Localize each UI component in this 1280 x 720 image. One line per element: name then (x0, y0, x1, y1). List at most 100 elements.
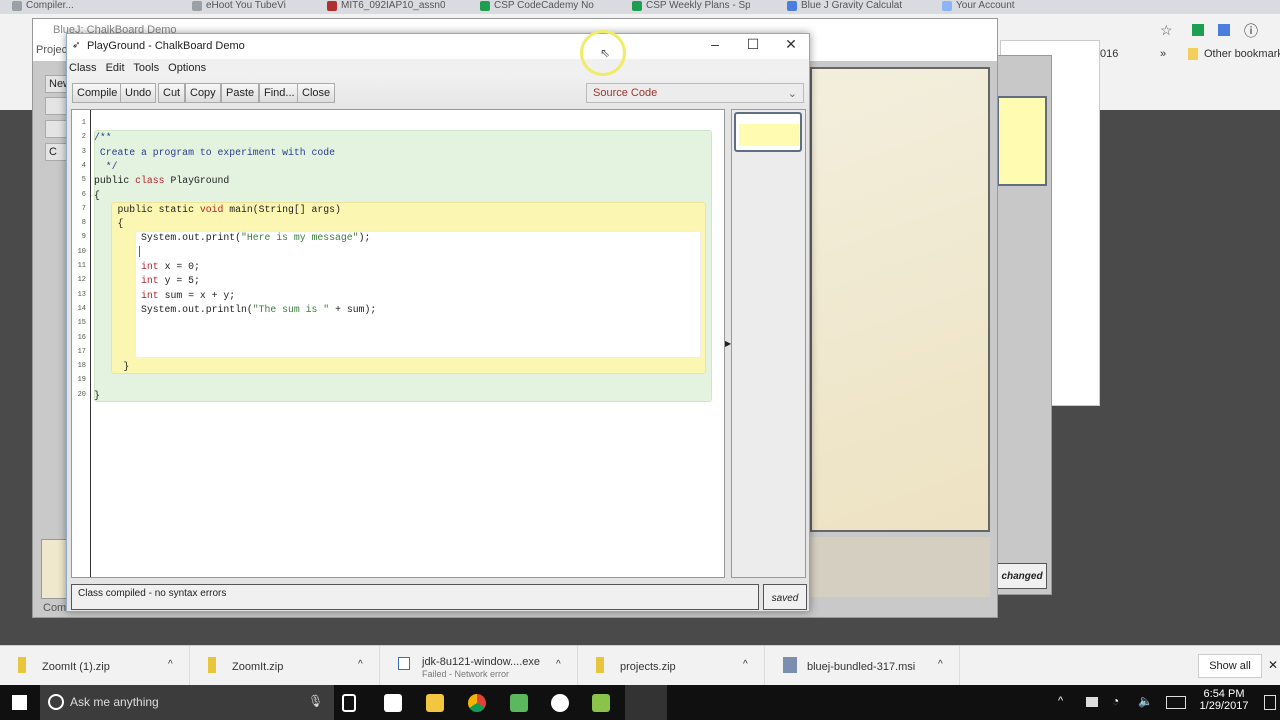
cut-button[interactable]: Cut (158, 83, 186, 103)
undo-button[interactable]: Undo (120, 83, 157, 103)
download-item[interactable]: bluej-bundled-317.msi ^ (765, 646, 960, 686)
code-token: */ (94, 160, 118, 172)
code-line: /** (94, 131, 112, 145)
browser-tab[interactable]: CSP CodeCademy No (478, 0, 598, 12)
code-token: } (94, 361, 130, 373)
tab-favicon-icon (632, 1, 642, 11)
paste-button[interactable]: Paste (221, 83, 260, 103)
close-button[interactable]: Close (297, 83, 336, 103)
battery-icon[interactable] (1086, 697, 1098, 707)
line-number: 13 (77, 290, 86, 299)
wifi-icon[interactable]: ◔ (1112, 694, 1119, 708)
translate-icon[interactable] (1218, 24, 1230, 36)
line-number: 8 (81, 219, 86, 228)
greenfoot-icon[interactable] (592, 694, 610, 712)
download-item[interactable]: ZoomIt.zip ^ (190, 646, 380, 686)
windows-start-icon[interactable] (12, 695, 27, 710)
task-view-icon[interactable] (342, 694, 356, 712)
bookmark-other[interactable]: Other bookmarks (1204, 48, 1280, 60)
record-icon[interactable] (551, 694, 569, 712)
menu-class[interactable]: Class (69, 62, 97, 74)
chevron-up-icon[interactable]: ^ (938, 659, 943, 670)
code-editor[interactable]: 1 2 /** 3 Create a program to experiment wi… (71, 109, 725, 578)
tray-chevron-icon[interactable]: ^ (1058, 695, 1063, 707)
chevron-up-icon[interactable]: ^ (743, 659, 748, 670)
code-token: sum = x + y; (164, 289, 236, 301)
code-token: class (135, 175, 171, 187)
copy-button[interactable]: Copy (185, 83, 221, 103)
folder-icon (1188, 48, 1198, 60)
editor-title: PlayGround - ChalkBoard Demo (87, 40, 245, 52)
volume-icon[interactable]: 🔈 (1138, 694, 1153, 708)
zip-file-icon (18, 657, 26, 673)
line-number: 20 (77, 390, 86, 399)
code-token: ); (358, 232, 371, 244)
chevron-up-icon[interactable]: ^ (168, 659, 173, 670)
download-item[interactable]: projects.zip ^ (578, 646, 765, 686)
browser-tab[interactable]: CSP Weekly Plans - Sp (630, 0, 750, 12)
code-line: System.out.println("The sum is " + sum); (94, 303, 376, 317)
line-number: 12 (77, 276, 86, 285)
download-name: ZoomIt.zip (232, 661, 284, 673)
zip-file-icon (596, 657, 604, 673)
view-select-value: Source Code (593, 87, 658, 99)
code-line: System.out.print("Here is my message"); (94, 231, 370, 245)
close-icon[interactable]: ✕ (1268, 658, 1278, 672)
extension-icon[interactable] (1192, 24, 1204, 36)
clock[interactable]: 6:54 PM 1/29/2017 (1196, 688, 1252, 712)
download-status: Failed - Network error (422, 669, 510, 679)
chrome-icon[interactable] (468, 694, 486, 712)
store-icon[interactable] (384, 694, 402, 712)
menu-options[interactable]: Options (168, 62, 206, 74)
cortana-search[interactable]: Ask me anything 🎙 (40, 685, 334, 720)
browser-tab[interactable]: Compiler... (10, 0, 130, 12)
view-select[interactable]: Source Code ⌄ (586, 83, 804, 103)
bookmarks-overflow-icon[interactable]: » (1160, 48, 1166, 60)
navigation-thumbnail[interactable] (734, 112, 802, 152)
star-icon[interactable]: ☆ (1160, 22, 1173, 39)
file-explorer-icon[interactable] (426, 694, 444, 712)
info-icon[interactable]: ⓘ (1244, 21, 1258, 41)
bluej-taskbar-icon[interactable] (625, 685, 667, 720)
keyboard-icon[interactable] (1166, 696, 1186, 709)
close-icon[interactable]: ✕ (776, 36, 806, 53)
code-line: } (94, 360, 129, 374)
mouse-pointer-icon: ⇖ (600, 46, 611, 60)
download-item[interactable]: ZoomIt (1).zip ^ (0, 646, 190, 686)
time: 6:54 PM (1203, 688, 1245, 700)
menu-edit[interactable]: Edit (106, 62, 125, 74)
download-name: ZoomIt (1).zip (42, 661, 110, 673)
code-token: public (94, 175, 136, 187)
microphone-icon[interactable]: 🎙 (308, 694, 323, 708)
menu-tools[interactable]: Tools (133, 62, 159, 74)
tab-label: eHoot You TubeVi (206, 0, 286, 11)
browser-tab[interactable]: MIT6_092IAP10_assn0 (325, 0, 445, 12)
tab-favicon-icon (327, 1, 337, 11)
code-line: Create a program to experiment with code (94, 146, 335, 160)
browser-tab[interactable]: Blue J Gravity Calculat (785, 0, 905, 12)
app-icon[interactable] (510, 694, 528, 712)
line-number: 6 (81, 190, 86, 199)
line-number: 3 (81, 147, 86, 156)
line-number: 4 (81, 161, 86, 170)
tab-label: Your Account (956, 0, 1015, 11)
maximize-icon[interactable]: ☐ (738, 36, 768, 53)
code-token: int (141, 261, 165, 272)
compile-button[interactable]: Compile (72, 83, 123, 103)
browser-tab[interactable]: eHoot You TubeVi (190, 0, 310, 12)
line-number: 10 (77, 247, 86, 256)
minimize-icon[interactable]: – (700, 36, 730, 52)
show-all-button[interactable]: Show all (1198, 654, 1262, 678)
download-item[interactable]: Failed - Network error jdk-8u121-window..… (380, 646, 578, 686)
line-number: 18 (77, 362, 86, 371)
line-number: 7 (81, 204, 86, 213)
find-button[interactable]: Find... (259, 83, 300, 103)
notifications-icon[interactable] (1264, 695, 1276, 710)
chevron-up-icon[interactable]: ^ (358, 659, 363, 670)
browser-tab[interactable]: Your Account (940, 0, 1060, 12)
chevron-up-icon[interactable]: ^ (556, 659, 561, 670)
navigation-panel[interactable] (731, 109, 806, 578)
code-token: { (94, 218, 124, 230)
